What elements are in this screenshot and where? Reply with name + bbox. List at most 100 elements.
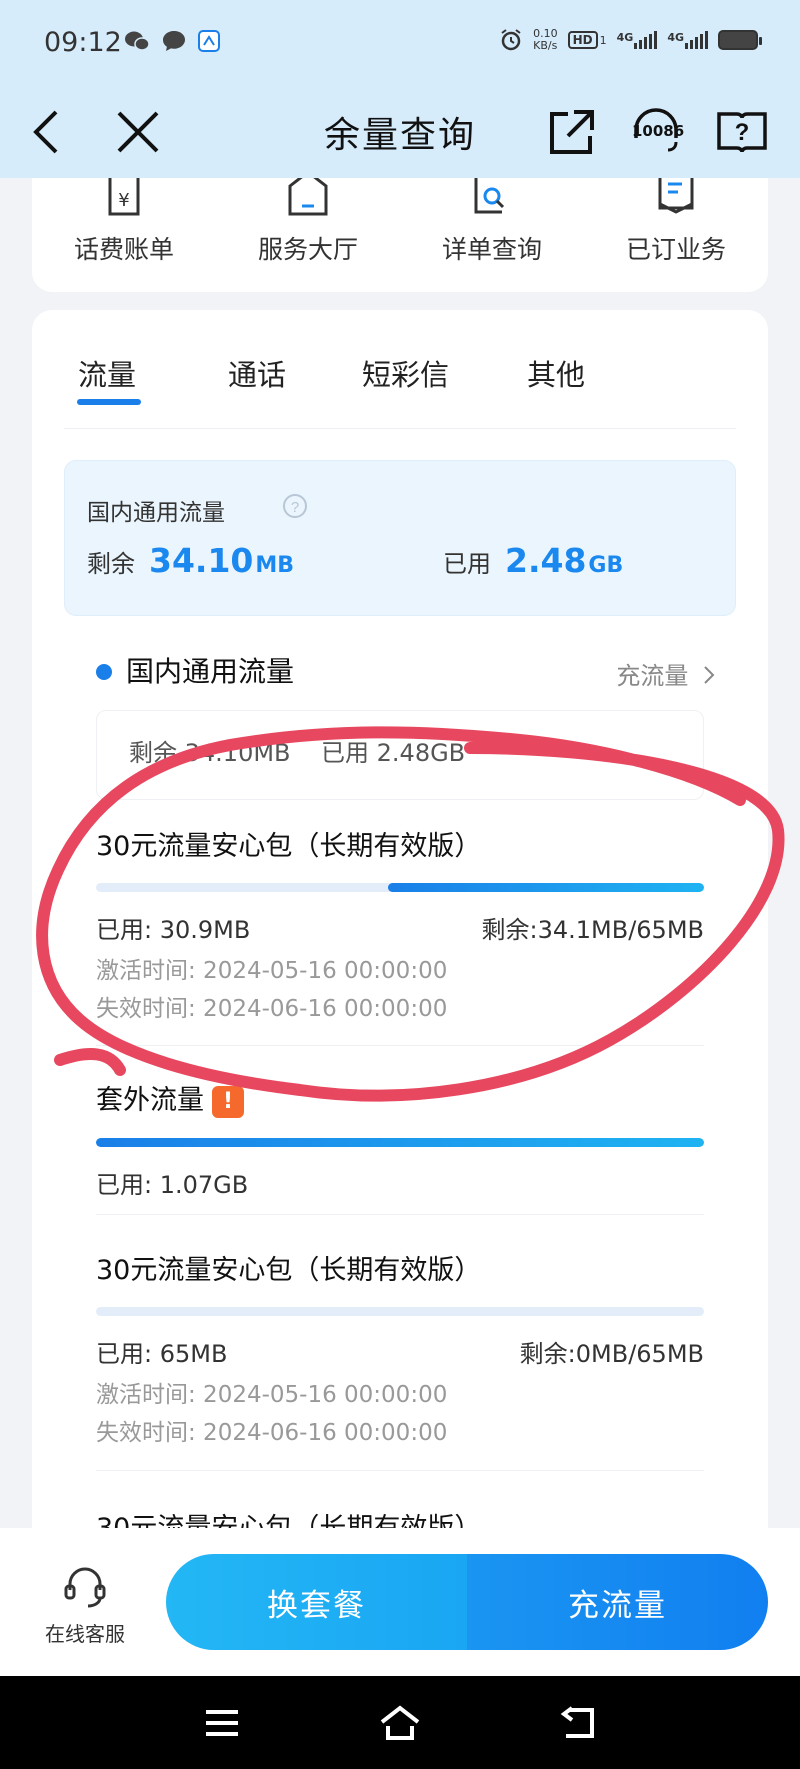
net-speed-unit: KB/s [533,39,558,52]
chevron-right-icon [704,666,715,684]
signal-2: 4G [667,31,708,49]
alarm-icon [499,28,523,52]
section-summary-box: 剩余 34.10MB 已用 2.48GB [96,710,704,800]
usage-progress-bar [96,1137,704,1147]
section-summary-line: 剩余 34.10MB 已用 2.48GB [129,739,466,767]
bottom-action-bar: 在线客服 换套餐 充流量 [0,1528,800,1676]
package-usage-row: 已用: 1.07GB [96,1165,704,1199]
share-icon [550,110,594,154]
package-usage-row: 已用: 65MB 剩余:0MB/65MB [96,1334,704,1368]
usage-progress-bar [96,1307,704,1316]
package-title: 30元流量安心包（长期有效版） [96,1255,482,1286]
message-icon [162,30,186,52]
menu-icon [206,1710,238,1736]
question-circle-icon[interactable]: ? [282,493,308,519]
menu-button[interactable] [192,1698,252,1748]
bill-icon: ¥ [108,178,140,216]
recharge-link-label: 充流量 [616,662,689,690]
remaining-label: 剩余 [87,550,135,578]
used-value: 2.48 [505,541,587,580]
customer-service-icon [64,1567,106,1608]
tab-bar: 流量 通话 短彩信 其他 [32,310,768,430]
detail-search-icon [474,178,505,214]
remaining-value: 34.10 [149,541,254,580]
wechat-icon [124,30,150,52]
package-dates: 激活时间: 2024-05-16 00:00:00 失效时间: 2024-06-… [96,1376,704,1452]
tab-calls[interactable]: 通话 [228,352,286,394]
package-used: 已用: 1.07GB [96,1170,249,1199]
system-status-icons: 0.10 KB/s HD 1 4G 4G [499,28,762,52]
recharge-data-link[interactable]: 充流量 [616,656,716,691]
hotline-button[interactable]: 10086 [624,100,688,164]
section-header: 国内通用流量 充流量 [96,650,716,690]
package-remaining: 剩余:0MB/65MB [519,1340,704,1368]
status-time: 09:12 [44,27,122,58]
home-button[interactable] [370,1698,430,1748]
usage-card: 流量 通话 短彩信 其他 国内通用流量 ? 剩余 34.10 MB 已用 2.4… [32,310,768,1560]
active-tab-indicator [77,399,141,405]
quick-action-bill[interactable]: ¥ 话费账单 [34,178,214,266]
online-service-label: 在线客服 [45,1622,125,1646]
usage-progress-fill [96,1137,704,1147]
back-nav-button[interactable] [548,1698,608,1748]
quick-action-label: 服务大厅 [257,235,358,264]
signal-1-bars-icon [634,31,658,49]
overage-title: 套外流量 [96,1085,204,1116]
summary-used: 已用 2.48 GB [443,541,623,580]
notification-icons [124,30,220,52]
package-title: 30元流量安心包（长期有效版） [96,831,482,862]
recharge-data-button[interactable]: 充流量 [467,1554,768,1650]
overage-item: 套外流量! 已用: 1.07GB [96,1078,704,1199]
hd-voice-icon: HD [567,31,598,49]
return-icon [560,1706,594,1738]
package-item: 30元流量安心包（长期有效版） 已用: 65MB 剩余:0MB/65MB 激活时… [96,1248,704,1452]
usage-progress-fill [387,883,704,892]
warning-icon: ! [212,1085,244,1118]
usage-progress-bar [96,883,704,892]
data-summary-panel: 国内通用流量 ? 剩余 34.10 MB 已用 2.48 GB [64,460,736,616]
tab-other[interactable]: 其他 [527,352,585,394]
online-service-button[interactable]: 在线客服 [30,1564,140,1647]
package-remaining: 剩余:34.1MB/65MB [481,916,705,944]
quick-action-detail-search[interactable]: 详单查询 [402,178,582,266]
package-dates: 激活时间: 2024-05-16 00:00:00 失效时间: 2024-06-… [96,952,704,1028]
section-dot [96,664,112,680]
tab-divider [64,428,736,429]
package-expires: 失效时间: 2024-06-16 00:00:00 [96,996,448,1022]
service-hall-icon [288,178,328,216]
package-used: 已用: 30.9MB [96,916,251,944]
svg-text:¥: ¥ [118,190,129,211]
tab-sms-mms[interactable]: 短彩信 [362,352,449,394]
tab-data[interactable]: 流量 [78,352,136,394]
signal-1-label: 4G [616,31,634,44]
hotline-number: 10086 [632,122,685,140]
help-button[interactable]: ? [710,100,774,164]
summary-title: 国内通用流量 [87,500,225,526]
quick-action-label: 已订业务 [625,235,726,264]
home-icon [380,1705,420,1740]
signal-2-label: 4G [667,31,684,44]
quick-action-service-hall[interactable]: 服务大厅 [218,178,398,266]
svg-text:?: ? [735,119,750,146]
app-notification-icon [198,30,220,52]
subscribed-icon [658,178,694,214]
divider [96,1045,704,1046]
svg-text:?: ? [291,499,299,516]
signal-1: 4G [617,31,658,49]
change-plan-button[interactable]: 换套餐 [166,1554,467,1650]
quick-action-subscribed[interactable]: 已订业务 [586,178,766,266]
package-activated: 激活时间: 2024-05-16 00:00:00 [96,1382,448,1408]
action-buttons: 换套餐 充流量 [166,1554,768,1650]
battery-icon [718,30,762,50]
signal-2-bars-icon [685,31,708,49]
net-speed: 0.10 KB/s [533,28,558,52]
sim-slot-number: 1 [599,33,607,47]
section-title: 国内通用流量 [126,655,295,688]
system-nav-bar [0,1676,800,1769]
summary-remaining: 剩余 34.10 MB [87,541,294,580]
package-used: 已用: 65MB [96,1340,228,1368]
package-title: 套外流量! [96,1078,704,1118]
share-button[interactable] [540,100,604,164]
help-book-icon: ? [717,112,767,153]
nav-bar: 余量查询 10086 ? [0,86,800,178]
